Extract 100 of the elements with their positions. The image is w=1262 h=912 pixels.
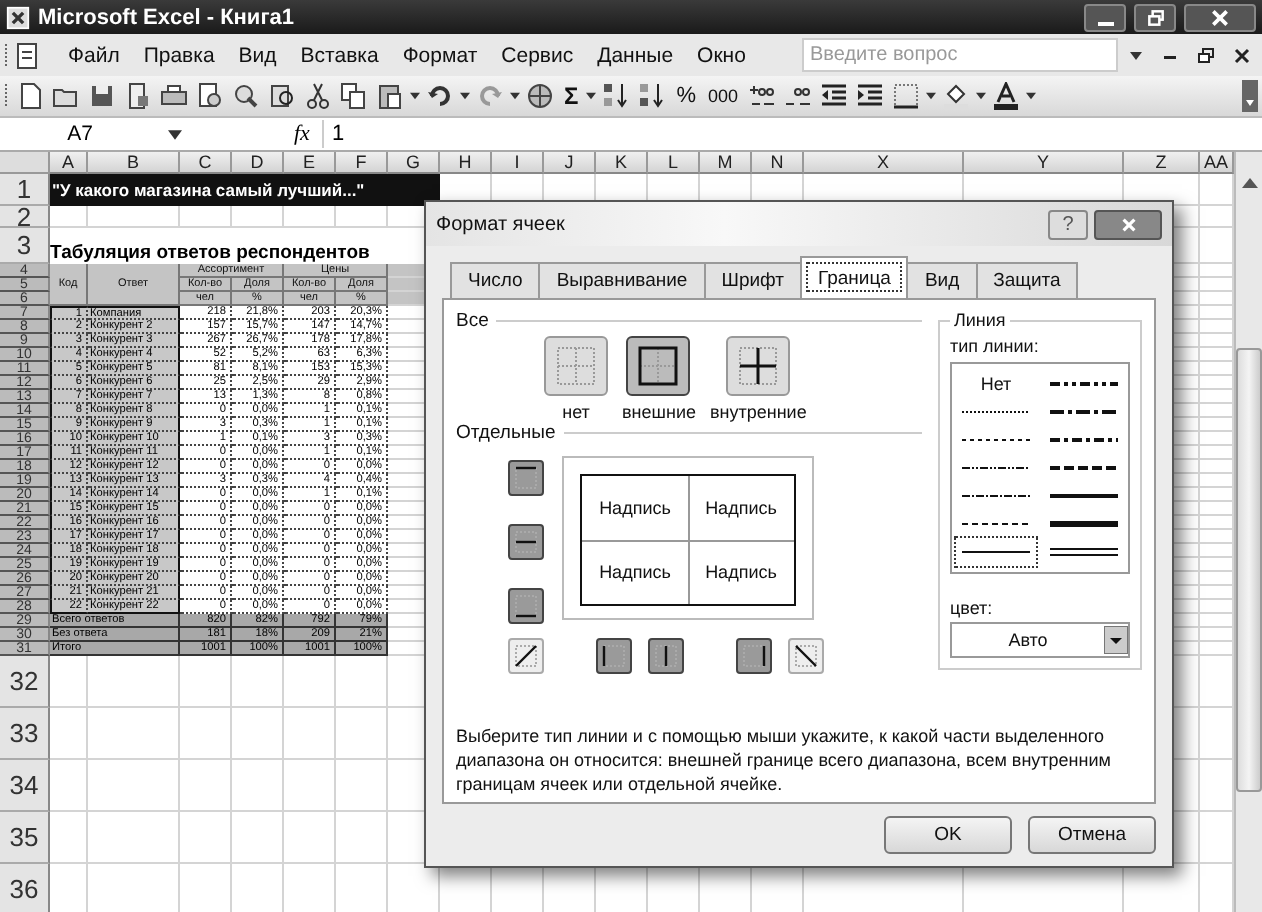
toolbar-options-icon[interactable]: [1242, 80, 1258, 112]
formula-input[interactable]: 1: [321, 120, 1262, 148]
row-header[interactable]: 34: [0, 760, 50, 812]
column-header[interactable]: H: [440, 152, 492, 174]
row-header[interactable]: 32: [0, 656, 50, 708]
caret-icon[interactable]: [1026, 92, 1037, 100]
line-style-option[interactable]: Нет: [956, 370, 1036, 398]
table-cell[interactable]: [284, 760, 336, 812]
column-header[interactable]: M: [700, 152, 752, 174]
column-header[interactable]: C: [180, 152, 232, 174]
line-style-option[interactable]: [956, 538, 1036, 566]
caret-icon[interactable]: [168, 129, 182, 139]
restore-icon[interactable]: [1196, 45, 1216, 65]
thousands-separator-button[interactable]: 000: [703, 86, 743, 106]
table-cell[interactable]: [88, 760, 180, 812]
column-header[interactable]: I: [492, 152, 544, 174]
column-header[interactable]: B: [88, 152, 180, 174]
inner-vertical-border-button[interactable]: [648, 638, 684, 674]
tab[interactable]: Защита: [975, 262, 1079, 298]
row-header[interactable]: 1: [0, 174, 50, 206]
printer-icon[interactable]: [160, 82, 188, 110]
right-border-button[interactable]: [736, 638, 772, 674]
name-box[interactable]: A7: [0, 120, 160, 148]
column-header[interactable]: AA: [1200, 152, 1234, 174]
row-header[interactable]: 2: [0, 206, 50, 228]
column-header[interactable]: L: [648, 152, 700, 174]
autosum-button[interactable]: Σ: [560, 82, 583, 110]
increase-decimal-icon[interactable]: [748, 82, 777, 110]
top-border-button[interactable]: [508, 460, 544, 496]
diagonal-down-border-button[interactable]: [788, 638, 824, 674]
scroll-up-icon[interactable]: [1241, 176, 1257, 188]
cancel-button[interactable]: Отмена: [1028, 816, 1156, 854]
sort-ascending-icon[interactable]: [602, 82, 631, 110]
caret-icon[interactable]: [510, 92, 520, 100]
globe-icon[interactable]: [526, 82, 554, 110]
menu-item[interactable]: Формат: [392, 43, 488, 67]
caret-icon[interactable]: [586, 92, 597, 100]
column-header[interactable]: F: [336, 152, 388, 174]
row-header[interactable]: 33: [0, 708, 50, 760]
preset-outline-button[interactable]: [626, 336, 691, 396]
caret-icon[interactable]: [410, 92, 420, 100]
vertical-scrollbar[interactable]: [1234, 152, 1262, 912]
menu-item[interactable]: Данные: [587, 43, 684, 67]
new-document-icon[interactable]: [16, 82, 44, 110]
column-header[interactable]: D: [232, 152, 284, 174]
scroll-thumb[interactable]: [1236, 348, 1262, 792]
font-color-icon[interactable]: [992, 82, 1021, 110]
menu-item[interactable]: Вид: [228, 43, 287, 67]
caret-icon[interactable]: [1130, 51, 1142, 59]
tab[interactable]: Вид: [906, 262, 978, 298]
sort-descending-icon[interactable]: [638, 82, 667, 110]
ok-button[interactable]: OK: [884, 816, 1012, 854]
insert-function-button[interactable]: fx: [282, 122, 322, 146]
table-cell[interactable]: [232, 812, 284, 864]
menu-item[interactable]: Вставка: [290, 43, 389, 67]
column-header[interactable]: K: [596, 152, 648, 174]
row-header[interactable]: 35: [0, 812, 50, 864]
document-icon[interactable]: [14, 41, 42, 69]
borders-icon[interactable]: [892, 82, 921, 110]
menu-item[interactable]: Файл: [58, 43, 130, 67]
bottom-border-button[interactable]: [508, 588, 544, 624]
increase-indent-icon[interactable]: [856, 82, 885, 110]
table-cell[interactable]: [336, 760, 388, 812]
row-header[interactable]: 36: [0, 864, 50, 912]
line-style-list[interactable]: Нет: [950, 362, 1130, 574]
inner-horizontal-border-button[interactable]: [508, 524, 544, 560]
tab[interactable]: Выравнивание: [538, 262, 706, 298]
paste-icon[interactable]: [376, 82, 404, 110]
column-header[interactable]: J: [544, 152, 596, 174]
column-header[interactable]: N: [752, 152, 804, 174]
table-cell[interactable]: [284, 708, 336, 760]
close-button[interactable]: [1094, 209, 1162, 239]
preset-inside-button[interactable]: [726, 336, 791, 396]
decrease-decimal-icon[interactable]: [784, 82, 813, 110]
color-dropdown[interactable]: Авто: [950, 622, 1130, 658]
save-icon[interactable]: [88, 82, 116, 110]
spelling-check-icon[interactable]: [232, 82, 260, 110]
column-header[interactable]: Y: [964, 152, 1124, 174]
decrease-indent-icon[interactable]: [820, 82, 849, 110]
caret-icon[interactable]: [460, 92, 470, 100]
help-button[interactable]: ?: [1048, 209, 1088, 239]
table-cell[interactable]: [336, 812, 388, 864]
table-cell[interactable]: [336, 708, 388, 760]
undo-icon[interactable]: [426, 82, 454, 110]
table-cell[interactable]: [232, 708, 284, 760]
caret-icon[interactable]: [976, 92, 987, 100]
table-cell[interactable]: [180, 812, 232, 864]
scissors-icon[interactable]: [304, 82, 332, 110]
table-cell[interactable]: [88, 708, 180, 760]
table-cell[interactable]: [180, 760, 232, 812]
caret-icon[interactable]: [926, 92, 937, 100]
magnifier-book-icon[interactable]: [268, 82, 296, 110]
copy-icon[interactable]: [340, 82, 368, 110]
menu-item[interactable]: Правка: [133, 43, 225, 67]
diagonal-up-border-button[interactable]: [508, 638, 544, 674]
close-button[interactable]: [1184, 3, 1256, 31]
table-cell[interactable]: [88, 812, 180, 864]
preset-none-button[interactable]: [544, 336, 608, 396]
table-cell[interactable]: [284, 812, 336, 864]
column-header[interactable]: X: [804, 152, 964, 174]
